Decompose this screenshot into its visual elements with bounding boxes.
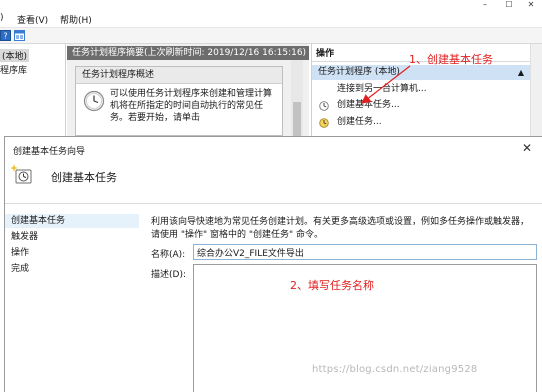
- overview-text: 可以使用任务计划程序来创建和管理计算机将在所指定的时间自动执行的常见任务。若要开…: [110, 89, 273, 123]
- wizard-task-icon: [11, 164, 32, 184]
- clock-icon: [83, 90, 105, 112]
- actions-group-local[interactable]: 任务计划程序 (本地) ▲: [312, 65, 530, 80]
- action-connect-computer[interactable]: 连接到另一台计算机...: [312, 82, 530, 97]
- main-titlebar: – ☐ ✕: [0, 0, 542, 10]
- action-task-label: 创建任务...: [337, 117, 382, 127]
- menu-help[interactable]: 帮助(H): [60, 13, 92, 26]
- summary-scrollbar[interactable]: [291, 60, 303, 136]
- close-window-icon[interactable]: ✕: [520, 0, 542, 10]
- overview-header[interactable]: 任务计划程序概述: [76, 67, 282, 84]
- toolbar: ?: [0, 28, 542, 44]
- panel-icon[interactable]: [14, 30, 25, 41]
- wizard-header: 创建基本任务: [51, 171, 117, 184]
- action-basic-task-label: 创建基本任务...: [337, 100, 400, 110]
- create-basic-task-wizard: 创建基本任务向导 ✕ 创建基本任务 创建基本任务 触发器 操作 完成 利用该向导…: [4, 136, 542, 392]
- header-divider: [5, 203, 542, 204]
- task-icon: [319, 118, 329, 128]
- menu-file[interactable]: ): [0, 13, 4, 23]
- minimize-icon[interactable]: –: [474, 0, 496, 10]
- menu-view[interactable]: 查看(V): [17, 13, 48, 26]
- collapse-triangle-icon[interactable]: ▲: [518, 65, 524, 80]
- wizard-description: 利用该向导快速地为常见任务创建计划。有关更多高级选项或设置，例如多任务操作或触发…: [151, 217, 530, 240]
- step-trigger[interactable]: 触发器: [5, 230, 139, 244]
- summary-pane: 任务计划程序摘要(上次刷新时间: 2019/12/16 16:15:16) 任务…: [67, 44, 309, 136]
- actions-group-label: 任务计划程序 (本地): [318, 67, 400, 77]
- help-icon[interactable]: ?: [0, 30, 11, 41]
- action-connect-label: 连接到另一台计算机...: [337, 84, 427, 94]
- summary-title-bar: 任务计划程序摘要(上次刷新时间: 2019/12/16 16:15:16): [67, 46, 309, 60]
- annotation-step2: 2、填写任务名称: [290, 279, 374, 292]
- overview-panel: 任务计划程序概述 可以使用任务计划程序来创建和管理计算机将在所指定的时间自动执行…: [75, 66, 283, 136]
- task-name-input[interactable]: [193, 244, 537, 260]
- action-create-basic-task[interactable]: 创建基本任务...: [312, 98, 530, 113]
- annotation-step1: 1、创建基本任务: [409, 53, 493, 66]
- wizard-steps: 创建基本任务 触发器 操作 完成: [5, 213, 139, 392]
- maximize-icon[interactable]: ☐: [498, 0, 520, 10]
- wizard-title: 创建基本任务向导: [13, 147, 86, 157]
- watermark: https://blog.csdn.net/ziang9528: [312, 364, 478, 375]
- tree-item-local[interactable]: (本地): [0, 49, 30, 62]
- svg-text:?: ?: [3, 32, 7, 41]
- navigation-tree: (本地) 程序库: [0, 44, 66, 136]
- tree-item-library[interactable]: 程序库: [0, 63, 27, 76]
- menu-bar: ) 查看(V) 帮助(H): [0, 10, 542, 28]
- action-create-task[interactable]: 创建任务...: [312, 115, 530, 130]
- step-action[interactable]: 操作: [5, 246, 139, 260]
- close-icon[interactable]: ✕: [522, 141, 532, 155]
- actions-scrollbar[interactable]: [530, 44, 542, 136]
- basic-task-icon: [319, 101, 329, 111]
- name-label: 名称(A):: [151, 250, 186, 260]
- description-label: 描述(D):: [151, 270, 186, 280]
- step-finish[interactable]: 完成: [5, 262, 139, 276]
- step-create-basic-task[interactable]: 创建基本任务: [5, 214, 139, 228]
